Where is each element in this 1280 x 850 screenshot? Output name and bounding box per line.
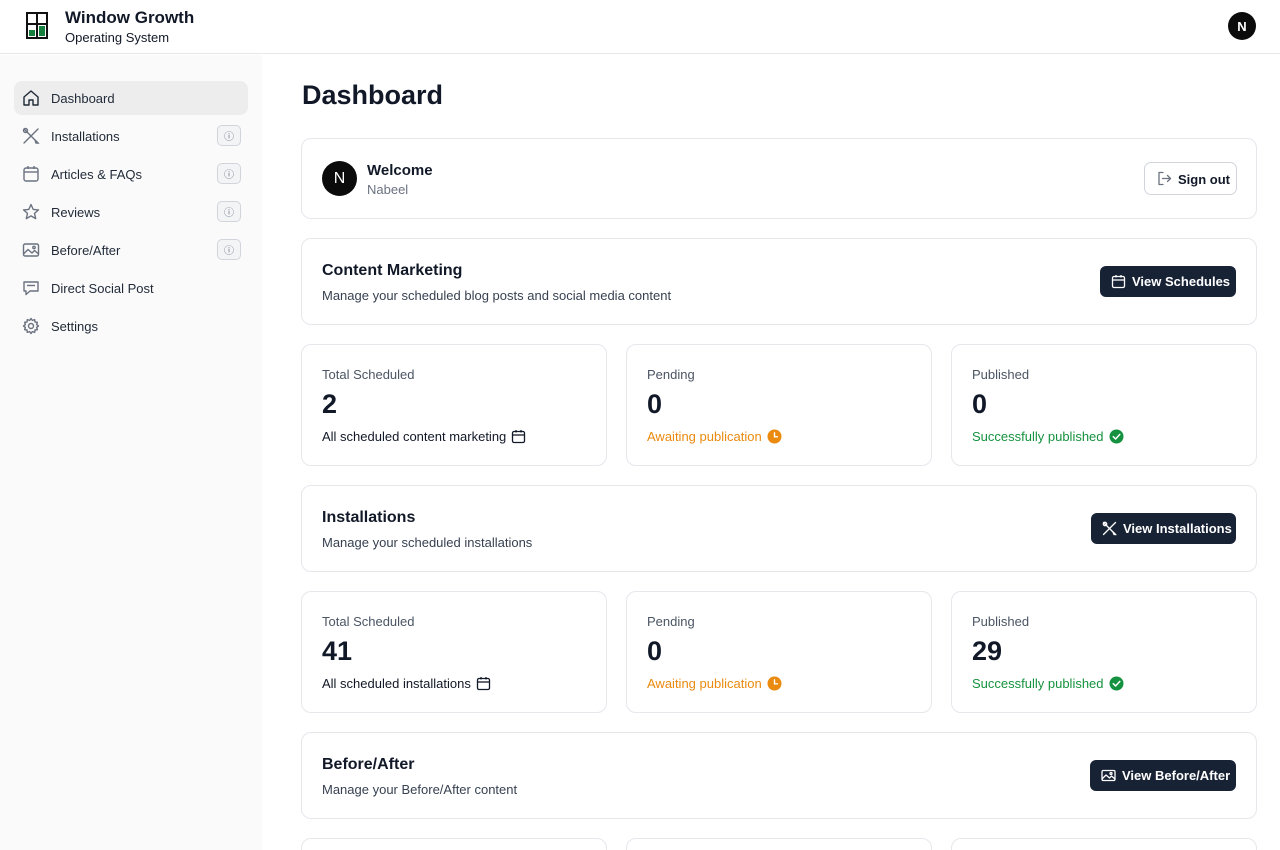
top-bar: Window Growth Operating System N — [0, 0, 1280, 54]
stat-label: Total Scheduled — [322, 367, 415, 382]
stat-card-published: Published 29 Successfully published — [951, 591, 1257, 713]
info-icon[interactable]: ⓘ — [217, 201, 241, 222]
section-title: Installations — [322, 509, 416, 526]
stat-card-partial — [301, 838, 607, 850]
stat-card-pending: Pending 0 Awaiting publication — [626, 344, 932, 466]
avatar: N — [322, 161, 357, 196]
section-title: Content Marketing — [322, 262, 463, 279]
sidebar-item-reviews[interactable]: Reviews ⓘ — [14, 195, 248, 229]
stat-footnote: All scheduled installations — [322, 676, 491, 691]
sidebar-item-settings[interactable]: Settings — [14, 309, 248, 343]
before-after-card: Before/After Manage your Before/After co… — [301, 732, 1257, 819]
sidebar-item-label: Settings — [51, 319, 98, 334]
sidebar-item-label: Direct Social Post — [51, 281, 154, 296]
stat-label: Published — [972, 614, 1030, 629]
page-title: Dashboard — [302, 80, 444, 110]
stat-footnote-text: Successfully published — [972, 429, 1104, 444]
image-icon — [22, 243, 40, 257]
calendar-icon — [512, 430, 526, 444]
stat-label: Pending — [647, 367, 695, 382]
info-icon[interactable]: ⓘ — [217, 125, 241, 146]
tools-icon — [1102, 521, 1117, 536]
sidebar-item-direct-social-post[interactable]: Direct Social Post — [14, 271, 248, 305]
view-installations-button[interactable]: View Installations — [1091, 513, 1236, 544]
star-icon — [22, 203, 40, 220]
stat-value: 2 — [322, 389, 338, 419]
stat-value: 0 — [647, 636, 663, 666]
sidebar-item-label: Installations — [51, 129, 120, 144]
tools-icon — [22, 127, 40, 144]
stat-label: Pending — [647, 614, 695, 629]
sign-out-button[interactable]: Sign out — [1144, 162, 1237, 195]
stat-footnote-text: Awaiting publication — [647, 676, 762, 691]
sidebar-item-before-after[interactable]: Before/After ⓘ — [14, 233, 248, 267]
stat-footnote: Successfully published — [972, 429, 1124, 444]
sidebar-item-label: Dashboard — [51, 91, 115, 106]
stat-value: 41 — [322, 636, 353, 666]
stat-footnote: Awaiting publication — [647, 676, 782, 691]
stat-card-published: Published 0 Successfully published — [951, 344, 1257, 466]
stat-value: 29 — [972, 636, 1003, 666]
view-schedules-button[interactable]: View Schedules — [1100, 266, 1236, 297]
info-icon[interactable]: ⓘ — [217, 239, 241, 260]
check-circle-icon — [1109, 676, 1124, 691]
sign-out-icon — [1158, 171, 1172, 186]
content-marketing-card: Content Marketing Manage your scheduled … — [301, 238, 1257, 325]
clock-icon — [767, 676, 782, 691]
stat-card-total-scheduled: Total Scheduled 41 All scheduled install… — [301, 591, 607, 713]
stat-footnote: All scheduled content marketing — [322, 429, 526, 444]
section-title: Before/After — [322, 756, 415, 773]
app-subtitle: Operating System — [65, 30, 170, 45]
button-label: View Schedules — [1132, 274, 1231, 289]
stat-card-pending: Pending 0 Awaiting publication — [626, 591, 932, 713]
check-circle-icon — [1109, 429, 1124, 444]
calendar-icon — [23, 166, 39, 182]
section-description: Manage your scheduled blog posts and soc… — [322, 288, 672, 303]
info-icon[interactable]: ⓘ — [217, 163, 241, 184]
view-before-after-button[interactable]: View Before/After — [1090, 760, 1236, 791]
stat-label: Published — [972, 367, 1030, 382]
sidebar-item-label: Reviews — [51, 205, 101, 220]
sidebar: Dashboard Installations ⓘ Articles & FAQ… — [0, 55, 262, 850]
stat-footnote: Awaiting publication — [647, 429, 782, 444]
sidebar-item-label: Articles & FAQs — [51, 167, 143, 182]
stat-card-partial — [626, 838, 932, 850]
stat-footnote-text: Awaiting publication — [647, 429, 762, 444]
stat-card-total-scheduled: Total Scheduled 2 All scheduled content … — [301, 344, 607, 466]
stat-footnote-text: Successfully published — [972, 676, 1104, 691]
button-label: View Before/After — [1122, 768, 1231, 783]
section-description: Manage your Before/After content — [322, 782, 518, 797]
app-title: Window Growth — [65, 8, 195, 27]
welcome-card: N Welcome Nabeel Sign out — [301, 138, 1257, 219]
user-avatar[interactable]: N — [1228, 12, 1256, 40]
button-label: View Installations — [1123, 521, 1232, 536]
user-name: Nabeel — [367, 182, 409, 197]
calendar-icon — [476, 677, 491, 691]
welcome-title: Welcome — [367, 162, 433, 179]
sign-out-label: Sign out — [1178, 172, 1230, 187]
sidebar-item-installations[interactable]: Installations ⓘ — [14, 119, 248, 153]
sidebar-item-label: Before/After — [51, 243, 121, 258]
chat-icon — [23, 281, 39, 296]
image-icon — [1101, 769, 1116, 782]
stat-value: 0 — [647, 389, 663, 419]
gear-icon — [22, 317, 40, 335]
stat-footnote-text: All scheduled content marketing — [322, 429, 507, 444]
stat-card-partial — [951, 838, 1257, 850]
clock-icon — [767, 429, 782, 444]
window-logo-icon — [26, 12, 48, 39]
calendar-icon — [1111, 275, 1126, 289]
section-description: Manage your scheduled installations — [322, 535, 533, 550]
stat-label: Total Scheduled — [322, 614, 415, 629]
installations-card: Installations Manage your scheduled inst… — [301, 485, 1257, 572]
stat-value: 0 — [972, 389, 988, 419]
sidebar-item-dashboard[interactable]: Dashboard — [14, 81, 248, 115]
stat-footnote: Successfully published — [972, 676, 1124, 691]
sidebar-item-articles[interactable]: Articles & FAQs ⓘ — [14, 157, 248, 191]
stat-footnote-text: All scheduled installations — [322, 676, 471, 691]
home-icon — [23, 90, 39, 106]
